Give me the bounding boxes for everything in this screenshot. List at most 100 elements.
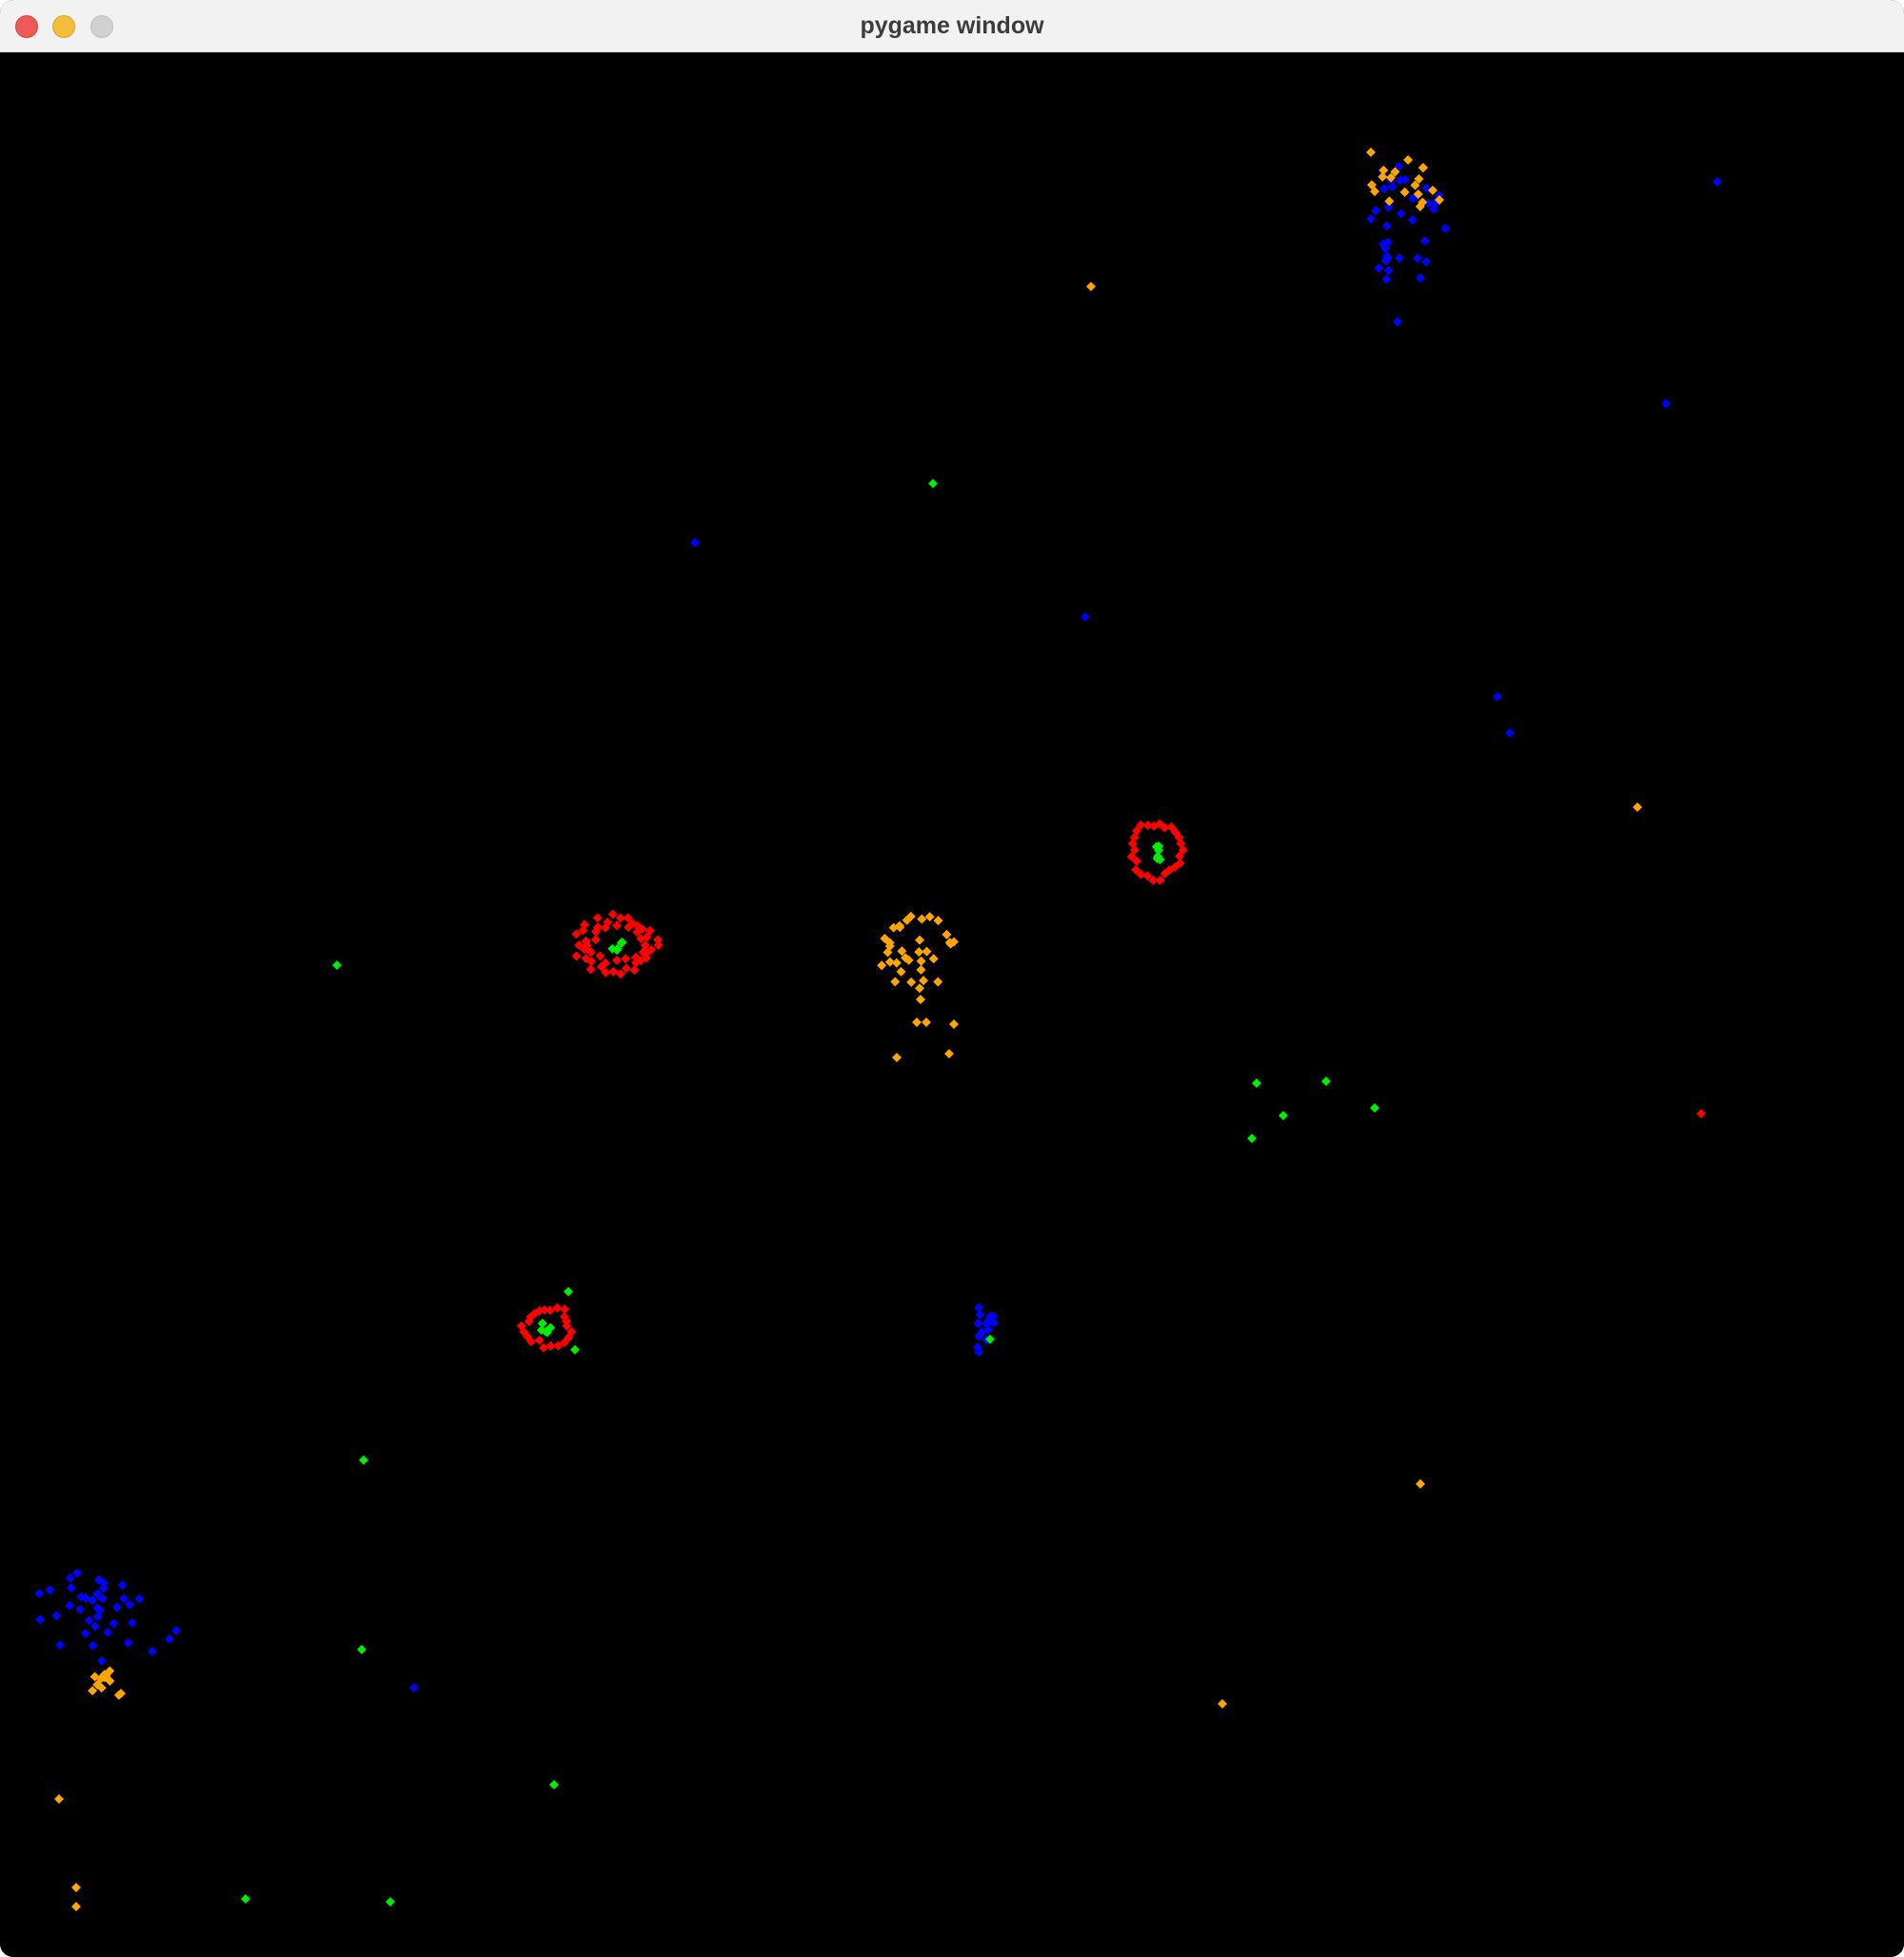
red-particle	[1696, 1109, 1706, 1118]
orange-particle	[922, 946, 932, 957]
blue-particle	[134, 1593, 145, 1604]
blue-particle	[1383, 266, 1394, 276]
blue-particle	[1387, 182, 1398, 192]
blue-particle	[1419, 236, 1430, 247]
orange-particle	[914, 983, 924, 994]
blue-particle	[1661, 399, 1671, 408]
blue-particle	[171, 1626, 181, 1635]
red-particle	[545, 1305, 555, 1315]
red-particle	[629, 965, 640, 976]
blue-particle	[109, 1618, 119, 1629]
blue-particle	[65, 1600, 75, 1611]
blue-particle	[690, 538, 700, 547]
blue-particle	[51, 1611, 62, 1621]
blue-particle	[148, 1647, 157, 1656]
blue-particle	[1381, 274, 1392, 285]
blue-particle	[55, 1640, 66, 1651]
blue-particle	[125, 1599, 135, 1610]
orange-particle	[1366, 148, 1376, 157]
blue-particle	[98, 1583, 109, 1593]
orange-particle	[917, 914, 927, 924]
game-canvas[interactable]	[0, 52, 1904, 1957]
red-particle	[607, 909, 618, 919]
blue-particle	[409, 1683, 419, 1692]
orange-particle	[892, 1053, 902, 1062]
green-particle	[241, 1894, 250, 1904]
orange-particle	[890, 977, 901, 987]
green-particle	[928, 479, 938, 488]
green-particle	[549, 1780, 559, 1789]
blue-particle	[34, 1589, 45, 1599]
orange-particle	[1384, 196, 1395, 207]
orange-particle	[906, 977, 917, 987]
blue-particle	[1413, 253, 1423, 264]
orange-particle	[933, 916, 943, 926]
red-particle	[595, 951, 605, 961]
blue-particle	[45, 1585, 55, 1595]
red-particle	[653, 935, 664, 945]
blue-particle	[88, 1640, 98, 1651]
orange-particle	[916, 995, 925, 1004]
green-particle	[1252, 1078, 1261, 1088]
blue-particle	[1378, 184, 1389, 194]
blue-particle	[103, 1627, 113, 1637]
orange-particle	[1403, 154, 1414, 165]
blue-particle	[66, 1583, 76, 1593]
blue-particle	[1396, 208, 1406, 219]
red-particle	[545, 1341, 556, 1352]
blue-particle	[1381, 221, 1392, 231]
orange-particle	[54, 1794, 64, 1804]
orange-particle	[1086, 282, 1096, 291]
red-particle	[621, 954, 631, 964]
pygame-window: pygame window	[0, 0, 1904, 1957]
blue-particle	[1416, 273, 1425, 283]
blue-particle	[973, 1318, 983, 1329]
red-particle	[571, 951, 582, 961]
blue-particle	[1081, 612, 1090, 622]
green-particle	[332, 960, 342, 970]
green-particle	[1279, 1111, 1288, 1120]
blue-particle	[1713, 177, 1722, 187]
blue-particle	[1407, 215, 1418, 226]
green-particle	[1370, 1103, 1379, 1113]
blue-particle	[35, 1614, 46, 1625]
green-particle	[386, 1897, 395, 1907]
orange-particle	[1418, 163, 1429, 173]
green-particle	[1247, 1134, 1257, 1143]
blue-particle	[1421, 256, 1432, 267]
orange-particle	[877, 960, 887, 971]
blue-particle	[1393, 317, 1402, 326]
blue-particle	[1371, 206, 1381, 216]
orange-particle	[71, 1902, 81, 1911]
blue-particle	[72, 1568, 83, 1578]
red-particle	[539, 1342, 549, 1353]
blue-particle	[119, 1593, 129, 1604]
blue-particle	[1366, 214, 1376, 224]
red-particle	[592, 913, 603, 923]
orange-particle	[944, 1049, 954, 1058]
orange-particle	[1633, 802, 1642, 812]
blue-particle	[111, 1602, 122, 1612]
particle-field	[34, 148, 1722, 1911]
orange-particle	[1218, 1699, 1227, 1709]
blue-particle	[1505, 728, 1515, 738]
green-particle	[570, 1345, 580, 1354]
window-title: pygame window	[860, 12, 1044, 39]
orange-particle	[928, 954, 939, 964]
blue-particle	[974, 1302, 984, 1313]
orange-particle	[1416, 1479, 1425, 1489]
orange-particle	[919, 976, 929, 986]
orange-particle	[924, 912, 935, 922]
blue-particle	[1374, 263, 1384, 273]
green-particle	[357, 1645, 367, 1654]
title-bar[interactable]: pygame window	[0, 0, 1904, 52]
red-particle	[552, 1303, 563, 1314]
blue-particle	[1493, 692, 1502, 702]
blue-particle	[80, 1629, 90, 1639]
red-particle	[585, 964, 596, 975]
blue-particle	[165, 1634, 174, 1644]
orange-particle	[914, 947, 924, 958]
orange-particle	[916, 964, 926, 975]
red-particle	[534, 1335, 545, 1346]
blue-particle	[117, 1580, 128, 1591]
